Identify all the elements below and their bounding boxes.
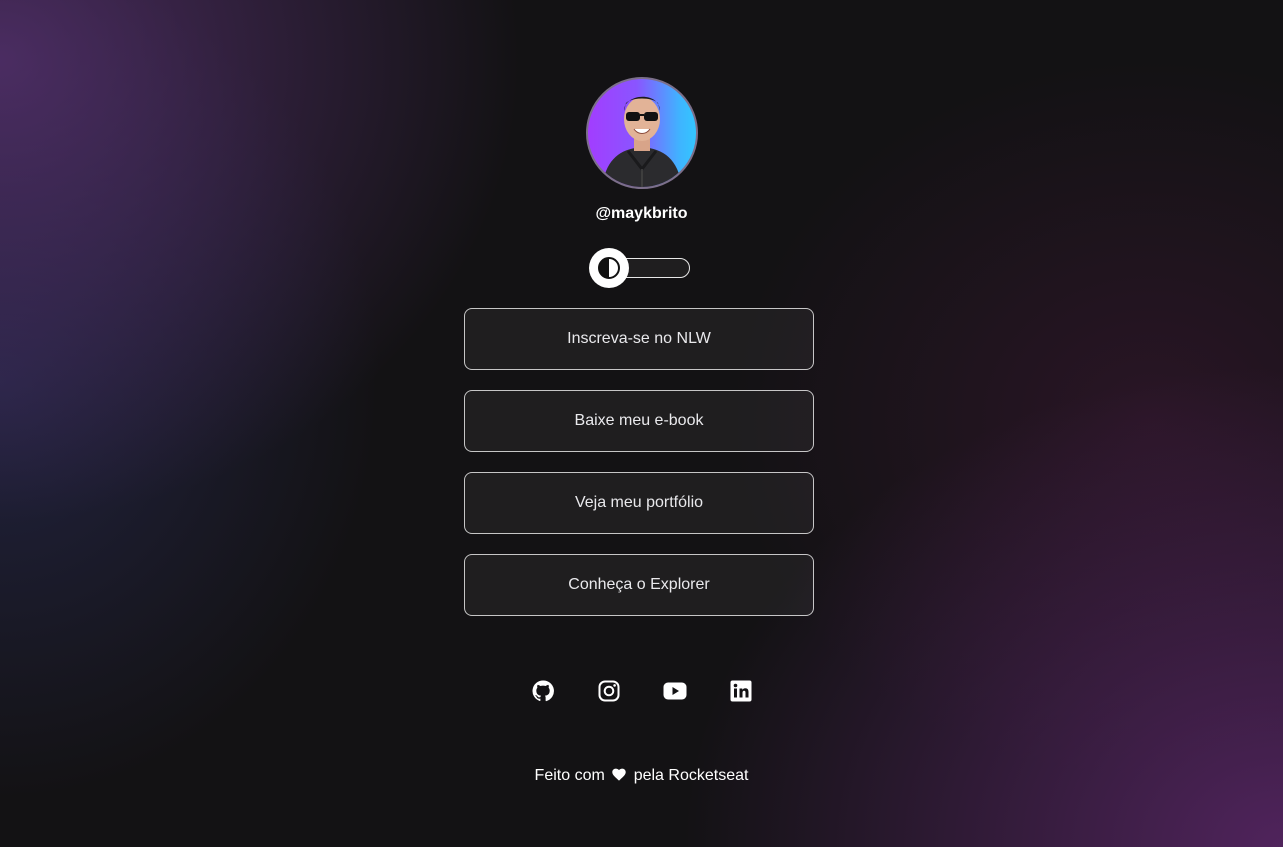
avatar xyxy=(585,77,698,189)
heart-icon xyxy=(612,768,626,781)
links-list: Inscreva-se no NLW Baixe meu e-book Veja… xyxy=(464,308,814,636)
link-portfolio[interactable]: Veja meu portfólio xyxy=(464,472,814,534)
username: @maykbrito xyxy=(595,205,688,222)
link-subscribe-nlw[interactable]: Inscreva-se no NLW xyxy=(464,308,814,370)
link-explorer[interactable]: Conheça o Explorer xyxy=(464,554,814,616)
link-download-ebook[interactable]: Baixe meu e-book xyxy=(464,390,814,452)
avatar-image xyxy=(601,96,682,187)
footer-prefix: Feito com xyxy=(534,767,605,784)
footer: Feito com pela Rocketseat xyxy=(0,766,1283,786)
footer-suffix: pela Rocketseat xyxy=(633,767,749,784)
theme-toggle-knob[interactable] xyxy=(589,248,629,288)
social-links xyxy=(0,679,1283,703)
profile: @maykbrito xyxy=(0,77,1283,224)
instagram-icon[interactable] xyxy=(597,679,621,703)
page-container: @maykbrito Inscreva-se no NLW Baixe meu … xyxy=(0,0,1283,847)
half-circle-contrast-icon xyxy=(598,257,620,279)
linkedin-icon[interactable] xyxy=(729,679,753,703)
github-icon[interactable] xyxy=(531,679,555,703)
theme-toggle-switch[interactable] xyxy=(589,248,690,288)
youtube-icon[interactable] xyxy=(663,679,687,703)
